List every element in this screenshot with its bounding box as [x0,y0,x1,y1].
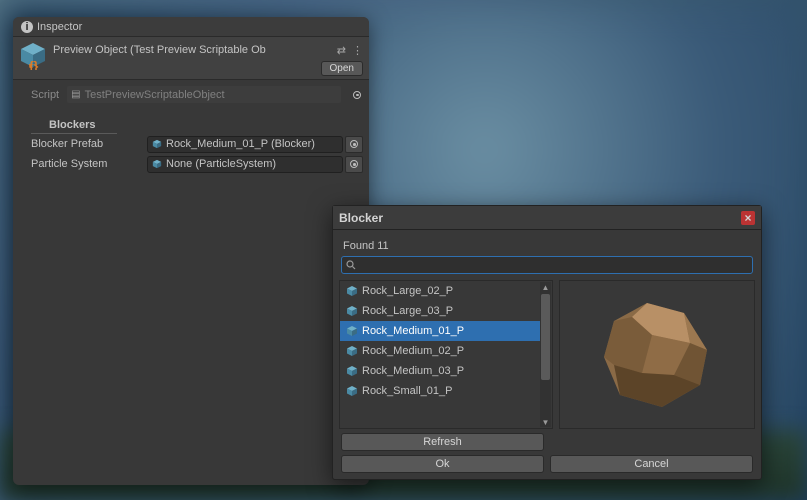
preset-icon[interactable]: ⇄ [337,44,346,57]
property-row-blocker-prefab: Blocker Prefab Rock_Medium_01_P (Blocker… [13,134,369,154]
info-icon: i [21,21,33,33]
rock-preview-icon [592,295,722,415]
results-list: Rock_Large_02_P Rock_Large_03_P Rock_Mediu… [339,280,553,429]
object-field-value: Rock_Medium_01_P (Blocker) [166,138,338,150]
section-header-blockers: Blockers [31,115,117,134]
open-button[interactable]: Open [321,61,363,76]
list-item[interactable]: Rock_Medium_01_P [340,321,540,341]
scroll-up-icon[interactable]: ▲ [540,282,551,292]
list-item-label: Rock_Large_02_P [362,285,453,297]
scroll-down-icon[interactable]: ▼ [540,417,551,427]
list-item[interactable]: Rock_Large_02_P [340,281,540,301]
inspector-header: {} Preview Object (Test Preview Scriptab… [13,37,369,79]
object-field-blocker-prefab[interactable]: Rock_Medium_01_P (Blocker) [147,136,343,153]
prefab-cube-icon [346,305,358,317]
search-icon [346,260,356,270]
prefab-cube-icon [346,345,358,357]
prefab-cube-icon [346,285,358,297]
prefab-cube-icon [346,325,358,337]
picker-titlebar[interactable]: Blocker × [333,206,761,230]
list-item[interactable]: Rock_Small_01_P [340,381,540,401]
scroll-thumb[interactable] [541,294,550,380]
list-item[interactable]: Rock_Large_03_P [340,301,540,321]
list-item-label: Rock_Medium_02_P [362,345,464,357]
script-row: Script ▤ TestPreviewScriptableObject [13,80,369,109]
inspector-tab[interactable]: i Inspector [13,17,369,37]
search-field[interactable] [341,256,753,274]
target-icon [350,140,358,148]
object-name: Preview Object (Test Preview Scriptable … [53,42,331,56]
property-label: Blocker Prefab [31,138,147,150]
script-field: ▤ TestPreviewScriptableObject [67,86,341,103]
property-row-particle-system: Particle System None (ParticleSystem) [13,154,369,174]
list-item-label: Rock_Small_01_P [362,385,453,397]
close-icon: × [744,212,751,224]
list-item-label: Rock_Large_03_P [362,305,453,317]
svg-text:{}: {} [29,59,39,70]
object-picker-button[interactable] [345,156,363,173]
list-item[interactable]: Rock_Medium_03_P [340,361,540,381]
prefab-cube-icon [152,159,162,169]
preview-pane [559,280,755,429]
inspector-tab-label: Inspector [37,21,82,33]
cancel-button[interactable]: Cancel [550,455,753,473]
object-picker-button[interactable] [345,136,363,153]
script-file-icon: ▤ [71,89,80,100]
object-picker-window: Blocker × Found 11 Rock_Large_02_PRock_L… [332,205,762,480]
scriptable-object-icon: {} [19,42,47,70]
scrollbar[interactable]: ▲ ▼ [540,282,551,427]
refresh-button[interactable]: Refresh [341,433,544,451]
prefab-cube-icon [346,385,358,397]
prefab-cube-icon [346,365,358,377]
script-label: Script [31,89,59,101]
object-picker-icon[interactable] [353,91,361,99]
script-value: TestPreviewScriptableObject [85,89,225,101]
inspector-panel: i Inspector {} Preview Object (Test Prev… [13,17,369,485]
object-field-value: None (ParticleSystem) [166,158,338,170]
property-label: Particle System [31,158,147,170]
target-icon [350,160,358,168]
list-item[interactable]: Rock_Medium_02_P [340,341,540,361]
search-input[interactable] [360,259,748,271]
prefab-cube-icon [152,139,162,149]
close-button[interactable]: × [741,211,755,225]
picker-title-label: Blocker [339,211,383,225]
list-item-label: Rock_Medium_01_P [362,325,464,337]
object-field-particle-system[interactable]: None (ParticleSystem) [147,156,343,173]
list-item-label: Rock_Medium_03_P [362,365,464,377]
kebab-menu-icon[interactable]: ⋮ [352,44,363,57]
found-count-label: Found 11 [339,236,755,256]
ok-button[interactable]: Ok [341,455,544,473]
